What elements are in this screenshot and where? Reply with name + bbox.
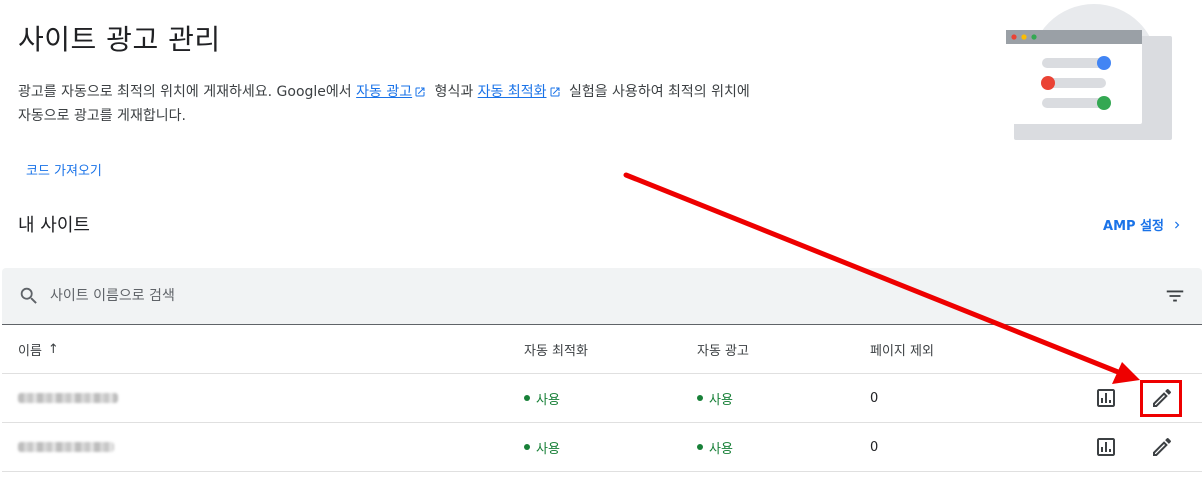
filter-icon[interactable] xyxy=(1164,285,1186,307)
report-icon[interactable] xyxy=(1094,435,1118,459)
status-dot xyxy=(697,444,703,450)
auto-ads-link[interactable]: 자동 광고 xyxy=(356,84,412,100)
amp-settings-label: AMP 설정 xyxy=(1103,219,1164,234)
status-dot xyxy=(524,395,530,401)
auto-ads-status: 사용 xyxy=(697,438,733,457)
col-name-label: 이름 xyxy=(18,343,42,359)
col-auto-optimization-header: 자동 최적화 xyxy=(524,343,588,359)
annotation-highlight-box xyxy=(1140,380,1182,417)
status-dot xyxy=(524,444,530,450)
table-header: 이름 ↑ 자동 최적화 자동 광고 페이지 제외 xyxy=(2,325,1202,374)
external-link-icon[interactable] xyxy=(549,86,561,98)
get-code-link[interactable]: 코드 가져오기 xyxy=(26,160,102,179)
table-row: 사용 사용 0 xyxy=(2,423,1202,472)
sites-table: 이름 ↑ 자동 최적화 자동 광고 페이지 제외 사용 사용 0 사용 사용 0 xyxy=(2,268,1202,478)
status-label: 사용 xyxy=(709,392,733,408)
report-icon[interactable] xyxy=(1094,386,1118,410)
col-name-header[interactable]: 이름 ↑ xyxy=(18,340,59,359)
auto-optimization-status: 사용 xyxy=(524,438,560,457)
site-name-blurred[interactable] xyxy=(18,442,114,452)
status-label: 사용 xyxy=(536,441,560,457)
page-title: 사이트 광고 관리 xyxy=(18,23,221,56)
col-auto-ads-header: 자동 광고 xyxy=(697,343,749,359)
search-input[interactable] xyxy=(50,288,1164,304)
search-bar xyxy=(2,268,1202,325)
status-dot xyxy=(697,395,703,401)
auto-ads-status: 사용 xyxy=(697,389,733,408)
auto-optimization-status: 사용 xyxy=(524,389,560,408)
chevron-right-icon xyxy=(1175,221,1180,228)
my-sites-heading: 내 사이트 xyxy=(18,215,90,236)
search-icon xyxy=(20,287,37,304)
status-label: 사용 xyxy=(536,392,560,408)
excluded-pages-count: 0 xyxy=(870,439,879,455)
auto-ads-illustration xyxy=(1006,4,1172,140)
page-description: 광고를 자동으로 최적의 위치에 게재하세요. Google에서 자동 광고 형… xyxy=(18,80,758,128)
status-label: 사용 xyxy=(709,441,733,457)
excluded-pages-count: 0 xyxy=(870,390,879,406)
edit-icon[interactable] xyxy=(1150,435,1174,459)
desc-text-2: 형식과 xyxy=(430,84,478,100)
col-excluded-pages-header: 페이지 제외 xyxy=(870,343,934,359)
amp-settings-link[interactable]: AMP 설정 xyxy=(1103,215,1184,234)
sort-ascending-icon: ↑ xyxy=(47,341,59,357)
auto-optimization-link[interactable]: 자동 최적화 xyxy=(478,84,547,100)
external-link-icon[interactable] xyxy=(414,86,426,98)
table-row: 사용 사용 0 xyxy=(2,374,1202,423)
site-name-blurred[interactable] xyxy=(18,393,118,403)
desc-text-1: 광고를 자동으로 최적의 위치에 게재하세요. Google에서 xyxy=(18,84,357,100)
